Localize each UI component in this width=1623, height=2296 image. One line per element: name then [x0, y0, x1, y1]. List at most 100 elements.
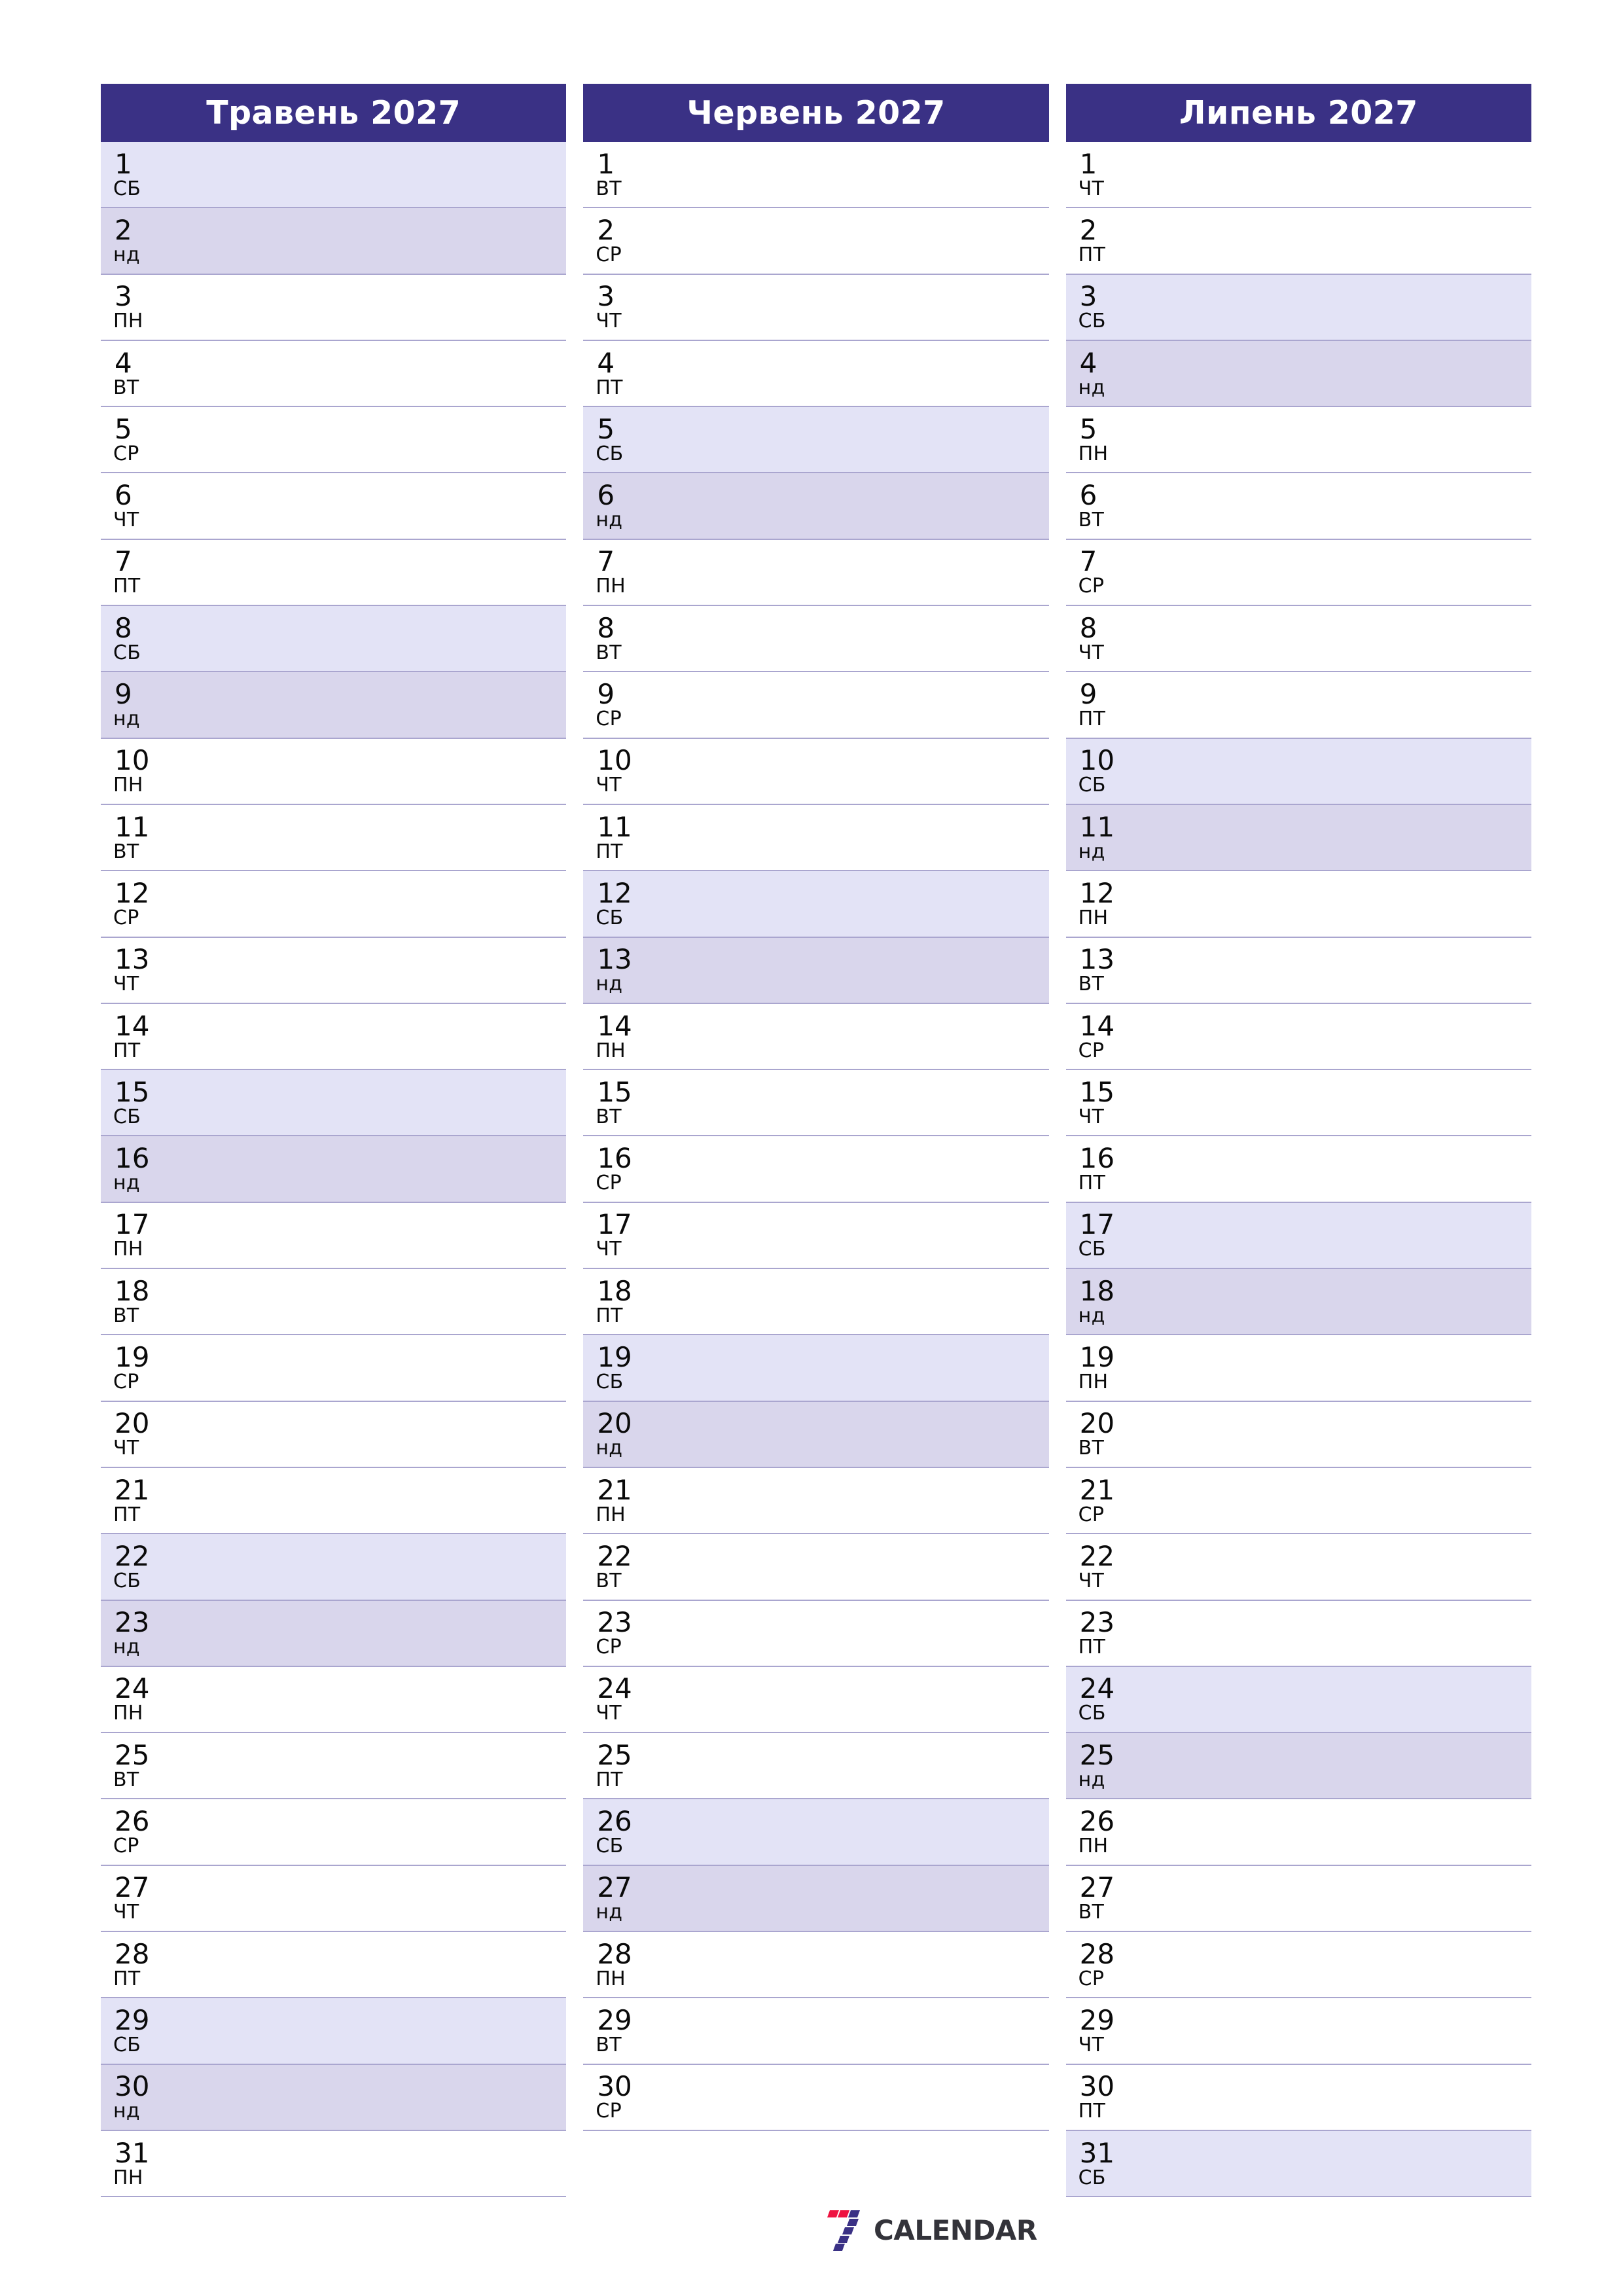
day-row[interactable]: 16 нд [101, 1136, 567, 1203]
day-row[interactable]: 25 нд [1065, 1733, 1531, 1800]
day-row[interactable]: 2 нд [101, 208, 567, 275]
day-row[interactable]: 27 ВТ [1065, 1865, 1531, 1933]
day-row[interactable]: 13 ВТ [1065, 937, 1531, 1004]
day-row[interactable]: 3 ЧТ [583, 274, 1049, 341]
day-row[interactable]: 4 ПТ [583, 340, 1049, 408]
day-row[interactable]: 12 СР [101, 871, 567, 938]
day-row[interactable]: 20 нд [583, 1401, 1049, 1468]
day-row[interactable]: 23 СР [583, 1600, 1049, 1667]
day-row[interactable]: 21 СР [1065, 1467, 1531, 1535]
day-weekday-label: ПТ [596, 376, 623, 399]
day-row[interactable]: 26 СБ [583, 1799, 1049, 1866]
day-row[interactable]: 28 ПН [583, 1932, 1049, 1999]
day-row[interactable]: 27 нд [583, 1865, 1049, 1933]
day-row[interactable]: 17 ПН [101, 1202, 567, 1270]
day-row[interactable]: 28 СР [1065, 1932, 1531, 1999]
day-row[interactable]: 1 ВТ [583, 142, 1049, 209]
day-row[interactable]: 22 ВТ [583, 1534, 1049, 1601]
day-row[interactable]: 10 ПН [101, 738, 567, 805]
day-number: 10 [1079, 744, 1115, 777]
day-row[interactable]: 25 ВТ [101, 1733, 567, 1800]
day-row[interactable]: 20 ВТ [1065, 1401, 1531, 1468]
day-row[interactable]: 15 СБ [101, 1070, 567, 1137]
day-row[interactable]: 31 СБ [1065, 2130, 1531, 2198]
day-row[interactable]: 3 ПН [101, 274, 567, 341]
day-row[interactable]: 5 ПН [1065, 407, 1531, 474]
day-row[interactable]: 4 нд [1065, 340, 1531, 408]
day-row[interactable]: 7 ПН [583, 539, 1049, 607]
day-row[interactable]: 18 ВТ [101, 1269, 567, 1336]
day-row[interactable]: 8 СБ [101, 606, 567, 673]
day-row[interactable]: 19 ПН [1065, 1335, 1531, 1402]
day-row[interactable]: 1 СБ [101, 142, 567, 209]
day-weekday-label: СБ [596, 442, 624, 465]
day-row[interactable]: 22 ЧТ [1065, 1534, 1531, 1601]
day-row[interactable]: 26 СР [101, 1799, 567, 1866]
day-row[interactable]: 11 ПТ [583, 804, 1049, 872]
day-row[interactable]: 5 СБ [583, 407, 1049, 474]
day-row[interactable]: 9 СР [583, 672, 1049, 739]
day-row[interactable]: 2 ПТ [1065, 208, 1531, 275]
day-row[interactable]: 29 ЧТ [1065, 1998, 1531, 2065]
day-row[interactable]: 16 ПТ [1065, 1136, 1531, 1203]
day-row[interactable]: 18 ПТ [583, 1269, 1049, 1336]
day-row[interactable]: 9 ПТ [1065, 672, 1531, 739]
day-row[interactable]: 24 ЧТ [583, 1666, 1049, 1734]
day-row[interactable]: 4 ВТ [101, 340, 567, 408]
day-row[interactable]: 8 ЧТ [1065, 606, 1531, 673]
day-row[interactable]: 6 ВТ [1065, 473, 1531, 540]
day-number: 5 [115, 412, 132, 445]
day-row[interactable]: 8 ВТ [583, 606, 1049, 673]
day-row[interactable]: 13 нд [583, 937, 1049, 1004]
day-row[interactable]: 26 ПН [1065, 1799, 1531, 1866]
day-row[interactable]: 14 СР [1065, 1003, 1531, 1071]
day-row[interactable]: 7 ПТ [101, 539, 567, 607]
day-row[interactable]: 28 ПТ [101, 1932, 567, 1999]
month-header-may-2027: Травень 2027 [101, 84, 567, 142]
day-row[interactable]: 11 ВТ [101, 804, 567, 872]
day-row[interactable]: 6 нд [583, 473, 1049, 540]
day-row[interactable]: 19 СР [101, 1335, 567, 1402]
day-row[interactable]: 13 ЧТ [101, 937, 567, 1004]
day-row[interactable]: 12 СБ [583, 871, 1049, 938]
day-row[interactable]: 10 СБ [1065, 738, 1531, 805]
day-row[interactable]: 22 СБ [101, 1534, 567, 1601]
day-row[interactable]: 7 СР [1065, 539, 1531, 607]
day-row[interactable]: 25 ПТ [583, 1733, 1049, 1800]
day-row[interactable]: 1 ЧТ [1065, 142, 1531, 209]
day-row[interactable]: 31 ПН [101, 2130, 567, 2198]
day-row[interactable]: 30 ПТ [1065, 2064, 1531, 2131]
day-number: 8 [115, 611, 132, 644]
day-row[interactable]: 11 нд [1065, 804, 1531, 872]
day-row[interactable]: 23 ПТ [1065, 1600, 1531, 1667]
day-row[interactable]: 27 ЧТ [101, 1865, 567, 1933]
day-row[interactable]: 12 ПН [1065, 871, 1531, 938]
day-row[interactable]: 14 ПН [583, 1003, 1049, 1071]
day-row[interactable]: 30 СР [583, 2064, 1049, 2131]
brand-logo[interactable]: CALENDAR [822, 2210, 1037, 2251]
day-row[interactable]: 30 нд [101, 2064, 567, 2131]
day-row[interactable]: 23 нд [101, 1600, 567, 1667]
day-row[interactable]: 17 СБ [1065, 1202, 1531, 1270]
day-row[interactable]: 15 ВТ [583, 1070, 1049, 1137]
day-row-empty [1065, 2197, 1531, 2264]
day-row[interactable]: 29 СБ [101, 1998, 567, 2065]
day-row[interactable]: 5 СР [101, 407, 567, 474]
day-row[interactable]: 21 ПТ [101, 1467, 567, 1535]
day-row[interactable]: 17 ЧТ [583, 1202, 1049, 1270]
day-row[interactable]: 29 ВТ [583, 1998, 1049, 2065]
day-row[interactable]: 24 ПН [101, 1666, 567, 1734]
day-row[interactable]: 20 ЧТ [101, 1401, 567, 1468]
day-row[interactable]: 3 СБ [1065, 274, 1531, 341]
day-row[interactable]: 2 СР [583, 208, 1049, 275]
day-row[interactable]: 16 СР [583, 1136, 1049, 1203]
day-row[interactable]: 18 нд [1065, 1269, 1531, 1336]
day-row[interactable]: 14 ПТ [101, 1003, 567, 1071]
day-row[interactable]: 6 ЧТ [101, 473, 567, 540]
day-row[interactable]: 21 ПН [583, 1467, 1049, 1535]
day-row[interactable]: 24 СБ [1065, 1666, 1531, 1734]
day-row[interactable]: 9 нд [101, 672, 567, 739]
day-row[interactable]: 15 ЧТ [1065, 1070, 1531, 1137]
day-row[interactable]: 10 ЧТ [583, 738, 1049, 805]
day-row[interactable]: 19 СБ [583, 1335, 1049, 1402]
